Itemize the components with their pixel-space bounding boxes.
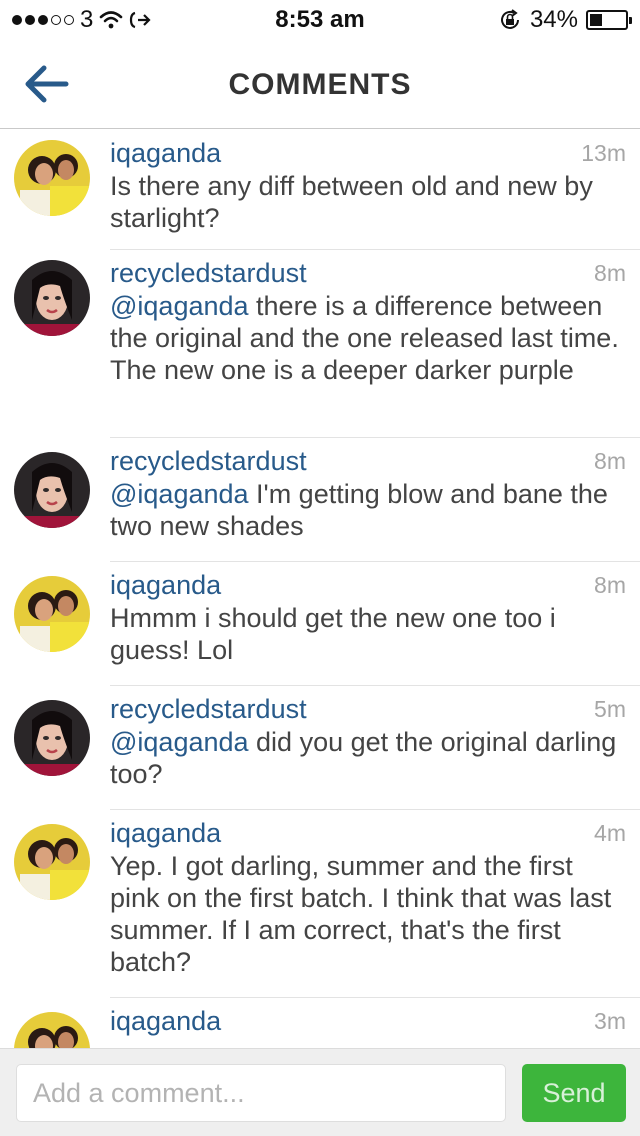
battery-percent: 34% bbox=[529, 6, 578, 33]
comment-item: recycledstardust 8m @iqaganda I'm gettin… bbox=[0, 438, 640, 562]
comment-username[interactable]: iqaganda bbox=[110, 570, 221, 601]
comment-mention[interactable]: @iqaganda bbox=[110, 479, 249, 509]
comment-body: Hmmm i should get the new one too i gues… bbox=[110, 603, 556, 665]
comment-timestamp: 13m bbox=[581, 140, 626, 166]
comment-username[interactable]: iqaganda bbox=[110, 1006, 221, 1037]
comment-text: @iqaganda there is a difference between … bbox=[110, 286, 626, 386]
comment-text: @iqaganda I'm getting blow and bane the … bbox=[110, 474, 626, 542]
comment-timestamp: 8m bbox=[594, 260, 626, 286]
comment-username[interactable]: recycledstardust bbox=[110, 694, 307, 725]
avatar[interactable] bbox=[14, 700, 90, 776]
comment-mention[interactable]: @iqaganda bbox=[110, 291, 249, 321]
comment-mention[interactable]: @iqaganda bbox=[110, 727, 249, 757]
comment-timestamp: 3m bbox=[594, 1008, 626, 1034]
send-button[interactable]: Send bbox=[522, 1064, 626, 1122]
avatar[interactable] bbox=[14, 452, 90, 528]
comment-item: iqaganda 8m Hmmm i should get the new on… bbox=[0, 562, 640, 686]
page-title: COMMENTS bbox=[228, 68, 412, 101]
avatar[interactable] bbox=[14, 576, 90, 652]
comment-item: iqaganda 4m Yep. I got darling, summer a… bbox=[0, 810, 640, 998]
comment-timestamp: 4m bbox=[594, 820, 626, 846]
comment-username[interactable]: recycledstardust bbox=[110, 258, 307, 289]
comment-item: iqaganda 13m Is there any diff between o… bbox=[0, 130, 640, 250]
battery-icon bbox=[586, 10, 632, 30]
comment-text: Hmmm i should get the new one too i gues… bbox=[110, 598, 626, 666]
status-right: 34% bbox=[498, 6, 632, 33]
comment-username[interactable]: iqaganda bbox=[110, 138, 221, 169]
status-bar: 3 8:53 am 34% bbox=[0, 0, 640, 40]
comment-text: @iqaganda did you get the original darli… bbox=[110, 722, 626, 790]
avatar[interactable] bbox=[14, 1012, 90, 1048]
comments-list[interactable]: iqaganda 13m Is there any diff between o… bbox=[0, 130, 640, 1048]
comment-item: recycledstardust 8m @iqaganda there is a… bbox=[0, 250, 640, 438]
comment-username[interactable]: iqaganda bbox=[110, 818, 221, 849]
comment-text: Is there any diff between old and new by… bbox=[110, 166, 626, 234]
comment-body: Is there any diff between old and new by… bbox=[110, 171, 593, 233]
comment-input[interactable] bbox=[16, 1064, 506, 1122]
comment-item: iqaganda 3m bbox=[0, 998, 640, 1048]
rotation-lock-icon bbox=[500, 9, 519, 29]
avatar[interactable] bbox=[14, 824, 90, 900]
comment-timestamp: 8m bbox=[594, 572, 626, 598]
comment-item: recycledstardust 5m @iqaganda did you ge… bbox=[0, 686, 640, 810]
battery-level bbox=[590, 14, 602, 26]
comment-compose-bar: Send bbox=[0, 1048, 640, 1136]
avatar[interactable] bbox=[14, 260, 90, 336]
avatar[interactable] bbox=[14, 140, 90, 216]
comment-body: Yep. I got darling, summer and the first… bbox=[110, 851, 612, 977]
comment-username[interactable]: recycledstardust bbox=[110, 446, 307, 477]
comment-timestamp: 8m bbox=[594, 448, 626, 474]
comment-timestamp: 5m bbox=[594, 696, 626, 722]
comment-text: Yep. I got darling, summer and the first… bbox=[110, 846, 626, 978]
navigation-header: COMMENTS bbox=[0, 40, 640, 129]
